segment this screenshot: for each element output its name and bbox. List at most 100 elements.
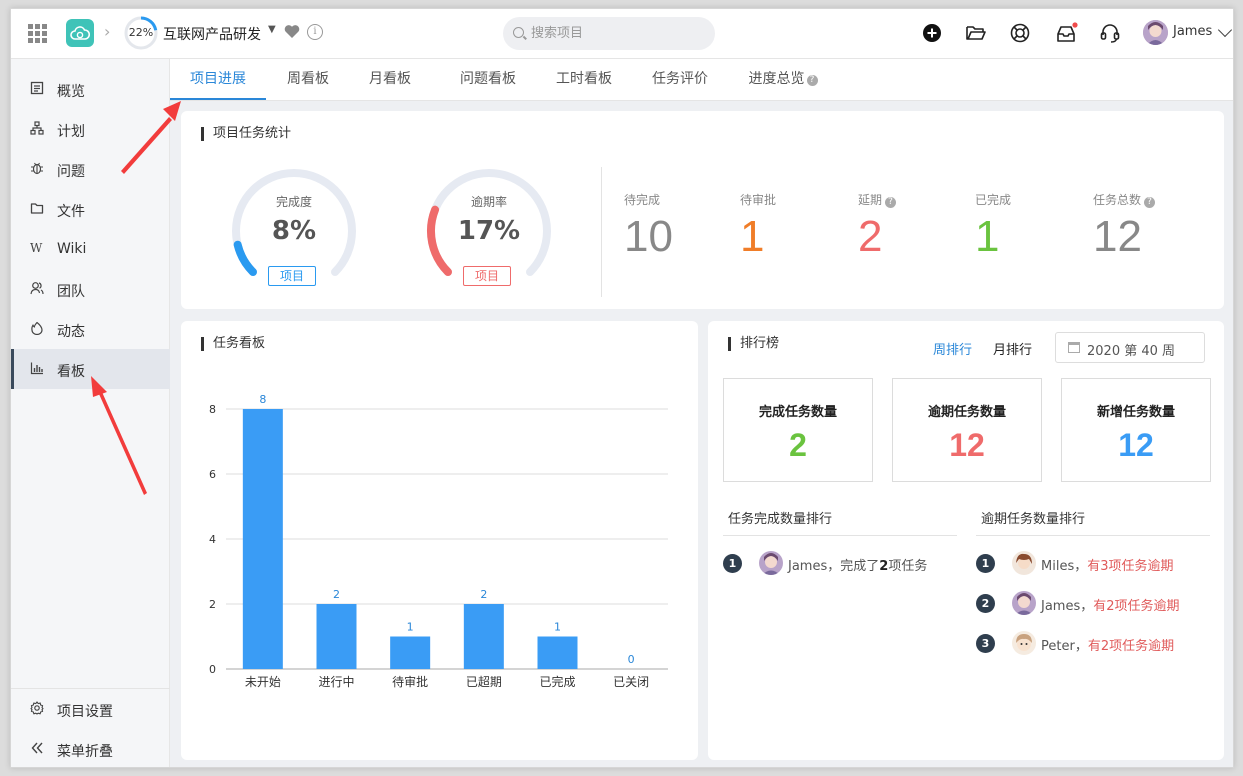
bar[interactable] (537, 636, 578, 670)
rank-text: James，有2项任务逾期 (1041, 599, 1180, 614)
avatar (1012, 591, 1036, 615)
metric-value: 2 (789, 427, 807, 463)
rank-text: James，完成了2项任务 (788, 559, 928, 574)
x-tick-label: 已完成 (539, 674, 575, 689)
metric-value: 12 (949, 427, 985, 463)
add-circle-icon[interactable] (921, 22, 943, 44)
project-progress-ring: 22% (124, 16, 158, 50)
project-name[interactable]: 互联网产品研发 (163, 24, 261, 44)
cloud-logo-icon[interactable] (66, 19, 94, 47)
overview-icon (30, 81, 46, 97)
stat-awaiting-approval[interactable]: 待审批 1 (740, 191, 776, 262)
gauge-value: 8% (271, 216, 317, 246)
help-icon[interactable]: ? (806, 75, 818, 86)
sidebar-item-label: Wiki (57, 241, 87, 257)
completion-gauge: 完成度 8% 项目 (229, 166, 359, 296)
metric-value: 12 (1118, 427, 1154, 463)
gauge-scope-tag[interactable]: 项目 (463, 266, 511, 286)
collapse-menu-button[interactable]: 菜单折叠 (11, 729, 170, 767)
sidebar-item-label: 看板 (57, 364, 85, 380)
tab-task-evaluation[interactable]: 任务评价 (638, 59, 722, 100)
task-stats-card: 项目任务统计 完成度 8% 项目 逾期率 17% 项目 待完成 10 待审批 1… (181, 111, 1224, 309)
week-picker[interactable]: 2020 第 40 周 (1055, 332, 1205, 363)
tab-label: 周看板 (287, 71, 329, 87)
tab-weekly-board[interactable]: 周看板 (275, 59, 341, 100)
task-board-chart: 0 2 4 6 8 8 未开始 2 进行中 1 待审批 2 已超期 1 已完成 0 已关闭 (209, 393, 668, 689)
bar-value-label: 2 (333, 588, 340, 601)
double-chevron-left-icon (30, 741, 46, 757)
project-settings-button[interactable]: 项目设置 (11, 689, 170, 729)
sidebar-item-label: 动态 (57, 324, 85, 340)
stat-value: 2 (858, 212, 883, 261)
breadcrumb-chevron-icon: › (104, 22, 111, 41)
stat-value: 1 (975, 212, 1000, 261)
caret-down-icon[interactable]: ▼ (268, 24, 276, 35)
x-tick-label: 未开始 (245, 675, 281, 689)
sidebar-item-team[interactable]: 团队 (11, 269, 170, 309)
sidebar-footer: 项目设置 菜单折叠 (11, 688, 170, 760)
stat-completed[interactable]: 已完成 1 (975, 191, 1011, 262)
metric-label: 新增任务数量 (1096, 405, 1175, 420)
tab-label: 进度总览 (748, 71, 805, 87)
sidebar-item-files[interactable]: 文件 (11, 189, 170, 229)
gauge-label: 逾期率 (470, 195, 507, 209)
tab-monthly-ranking[interactable]: 月排行 (993, 339, 1032, 358)
heart-icon[interactable] (284, 24, 300, 43)
stat-delayed[interactable]: 延期? 2 (858, 191, 897, 262)
stat-label: 任务总数? (1093, 191, 1156, 208)
bar[interactable] (316, 604, 357, 669)
info-icon[interactable]: i (307, 24, 323, 40)
sidebar-item-wiki[interactable]: W Wiki (11, 229, 170, 269)
bar-value-label: 1 (554, 621, 561, 634)
rank-badge: 1 (723, 554, 742, 573)
gauge-scope-tag[interactable]: 项目 (268, 266, 316, 286)
bar[interactable] (242, 409, 283, 669)
sidebar-item-overview[interactable]: 概览 (11, 69, 170, 109)
chevron-down-icon (1217, 22, 1233, 38)
metric-overdue-tasks: 逾期任务数量 12 (892, 378, 1042, 482)
tab-timesheet-board[interactable]: 工时看板 (542, 59, 626, 100)
view-tabs: 项目进展 周看板 月看板 问题看板 工时看板 任务评价 进度总览? (170, 59, 1233, 101)
bar[interactable] (390, 636, 431, 670)
stat-pending[interactable]: 待完成 10 (624, 191, 673, 262)
tab-issue-board[interactable]: 问题看板 (446, 59, 530, 100)
stat-total[interactable]: 任务总数? 12 (1093, 191, 1156, 262)
inbox-notification-icon[interactable] (1055, 22, 1078, 44)
search-box[interactable] (503, 17, 715, 50)
metric-label: 逾期任务数量 (927, 405, 1006, 420)
tab-monthly-board[interactable]: 月看板 (357, 59, 423, 100)
tab-project-progress[interactable]: 项目进展 (170, 59, 266, 100)
apps-grid-icon[interactable] (28, 24, 47, 43)
y-tick-label: 6 (209, 468, 216, 481)
search-input[interactable] (531, 24, 701, 42)
stat-value: 1 (740, 212, 765, 261)
stat-label: 待完成 (624, 193, 661, 207)
tab-label: 任务评价 (652, 71, 708, 87)
user-name: James (1173, 24, 1213, 39)
rank-badge: 1 (976, 554, 995, 573)
sidebar-item-board[interactable]: 看板 (11, 349, 170, 389)
calendar-icon (1068, 342, 1080, 353)
help-lifebuoy-icon[interactable] (1009, 22, 1031, 44)
tab-weekly-ranking[interactable]: 周排行 (933, 339, 972, 358)
bug-icon (30, 161, 46, 177)
headset-icon[interactable] (1099, 22, 1121, 44)
gear-icon (30, 701, 46, 717)
x-tick-label: 已超期 (466, 674, 502, 689)
bar-value-label: 8 (259, 393, 266, 406)
sidebar-item-plan[interactable]: 计划 (11, 109, 170, 149)
week-picker-value: 2020 第 40 周 (1087, 344, 1176, 359)
divider (601, 167, 602, 297)
search-icon (513, 27, 524, 38)
sidebar-item-issues[interactable]: 问题 (11, 149, 170, 189)
board-icon (30, 361, 46, 377)
collapse-menu-label: 菜单折叠 (57, 744, 113, 760)
team-icon (30, 281, 46, 297)
tab-progress-overview[interactable]: 进度总览? (738, 59, 828, 100)
stat-label: 已完成 (975, 193, 1012, 207)
wiki-icon: W (30, 241, 43, 255)
bar-value-label: 2 (480, 588, 487, 601)
bar[interactable] (463, 604, 504, 669)
folder-open-icon[interactable] (965, 22, 987, 44)
sidebar-item-activity[interactable]: 动态 (11, 309, 170, 349)
